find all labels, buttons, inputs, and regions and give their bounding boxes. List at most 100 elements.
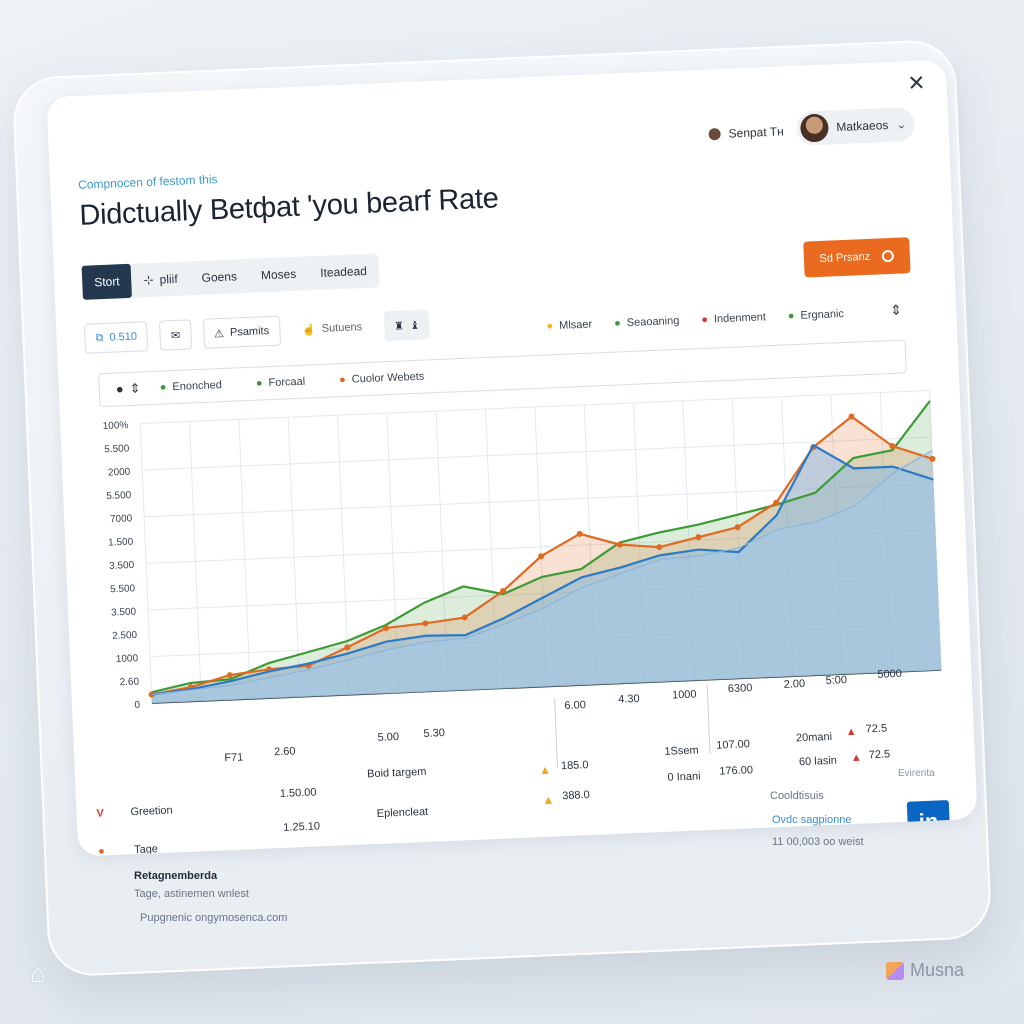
table-value: 2.00 xyxy=(783,677,806,691)
sliders-icon[interactable]: ⇕ xyxy=(890,302,902,319)
corner-logo: ⌂ xyxy=(30,958,46,988)
table-value: 5.00 xyxy=(377,730,400,744)
sidebar-link[interactable]: Pupgnenic ongymosenca.com xyxy=(140,912,287,924)
footer-text: 11 00,003 oo weist xyxy=(772,836,864,848)
table-cell: 72.5 xyxy=(865,722,888,736)
y-tick-label: 3.500 xyxy=(109,560,135,572)
value-filter-label: 0.510 xyxy=(109,330,138,344)
y-tick-label: 100% xyxy=(103,420,129,432)
user2-name: Matkaeos xyxy=(836,117,889,135)
chevron-down-icon: ⌄ xyxy=(896,117,907,132)
table-cell: 72.5 xyxy=(868,748,891,762)
app-window: × Compnocen of festom this Didctually Be… xyxy=(46,59,978,857)
toolbar: ⧉ 0.510 ✉ ⚠ Psamits ☝ Sutuens ♜ ♝ xyxy=(84,309,431,354)
table-value: F71 xyxy=(224,751,244,765)
row-label: Greetion xyxy=(130,804,173,819)
y-tick-label: 7000 xyxy=(110,513,133,525)
params-label: Psamits xyxy=(229,325,270,339)
chevron-down-icon: V xyxy=(96,807,105,820)
warning-icon: ▲ xyxy=(538,762,552,778)
y-tick-label: 5.500 xyxy=(106,490,132,502)
table-cell: 388.0 xyxy=(561,789,590,803)
legend-item[interactable]: Indenment xyxy=(701,311,766,326)
column-label: Eplencleat xyxy=(376,805,429,820)
brand-logo-icon xyxy=(886,961,904,980)
table-value: 1000 xyxy=(671,688,697,702)
tab-goens[interactable]: Goens xyxy=(189,259,250,295)
table-cell: 107.00 xyxy=(715,738,751,752)
status-dot-icon: ● xyxy=(97,845,106,857)
legend-item[interactable]: Forcaal xyxy=(256,376,305,390)
table-cell: 1Ssem xyxy=(664,744,699,758)
trend-up-icon: ▲ xyxy=(850,751,862,765)
mail-icon: ✉ xyxy=(170,329,181,342)
column-label: Boid targem xyxy=(366,765,427,781)
close-icon[interactable]: × xyxy=(908,66,926,98)
grid-icon: ⊹ xyxy=(143,272,154,288)
table-cell: 176.00 xyxy=(719,764,754,778)
avatar xyxy=(799,113,829,143)
legend-item[interactable]: Mlsaer xyxy=(546,319,592,333)
table-cell: 20mani xyxy=(795,730,833,745)
table-cell: 60 lasin xyxy=(798,754,838,769)
tab-iteadead[interactable]: Iteadead xyxy=(308,253,380,290)
brand-name: Musna xyxy=(910,960,965,980)
y-tick-label: 3.500 xyxy=(111,607,137,619)
params-button[interactable]: ⚠ Psamits xyxy=(202,315,281,349)
user-menu[interactable]: Matkaeos ⌄ xyxy=(795,106,916,146)
user-chip-1[interactable]: Senpat Tн xyxy=(708,124,784,141)
table-cell: 185.0 xyxy=(560,759,589,773)
table-value: 6.00 xyxy=(564,699,587,713)
table-cell: 1.25.10 xyxy=(283,820,321,834)
divider xyxy=(706,684,711,754)
page-title: Didctually Betфat 'you bearf Rate xyxy=(78,182,500,232)
table-value: 5000 xyxy=(877,667,903,681)
y-tick-label: 2.60 xyxy=(119,676,139,688)
tab-moses[interactable]: Moses xyxy=(248,256,309,292)
status-button[interactable]: ☝ Sutuens xyxy=(291,311,373,346)
mail-button[interactable]: ✉ xyxy=(159,319,192,351)
table-value: 2.60 xyxy=(273,745,296,759)
table-value: 5.30 xyxy=(423,727,446,740)
tab-start[interactable]: Stort xyxy=(81,263,133,300)
legend-item[interactable]: Enonched xyxy=(159,379,222,394)
trend-up-icon: ▲ xyxy=(845,725,857,739)
drag-handle-icon[interactable]: ⇕ xyxy=(115,381,141,398)
warning-icon: ⚠ xyxy=(213,327,225,340)
y-tick-label: 5.500 xyxy=(104,443,130,455)
tool-buttons[interactable]: ♜ ♝ xyxy=(383,309,431,342)
y-tick-label: 1.500 xyxy=(108,537,134,549)
footer-link[interactable]: Ovdc sagpionne xyxy=(772,814,852,826)
primary-action-label: Sd Prsanz xyxy=(819,250,871,265)
tool-icon: ♜ xyxy=(393,319,405,333)
status-label: Sutuens xyxy=(321,321,363,335)
divider xyxy=(554,698,559,769)
tab-bar: Stort ⊹ pliif Goens Moses Iteadead xyxy=(81,253,380,300)
footer-link[interactable]: Cooldtisuis xyxy=(770,790,824,802)
area-chart: 0 2.60 1000 2.500 3.500 5.500 3.500 1.500 7000 5.… xyxy=(103,389,942,711)
legend-top: Mlsaer Seaoaning Indenment Ergnanic xyxy=(546,308,844,332)
tab-pliif-label: pliif xyxy=(159,271,178,287)
table-value: 4.30 xyxy=(617,692,640,706)
page-subtitle: Compnocen of festom this xyxy=(77,172,218,192)
table-cell: 0 Inani xyxy=(667,770,701,784)
legend-item[interactable]: Seaoaning xyxy=(614,315,680,330)
sidebar-title: Retagnemberda xyxy=(134,870,218,882)
brand: Musna xyxy=(886,960,964,981)
hand-icon: ☝ xyxy=(301,323,317,337)
table-value: 6300 xyxy=(727,682,753,696)
value-filter-button[interactable]: ⧉ 0.510 xyxy=(84,321,149,354)
share-label: Evirenta xyxy=(898,768,935,779)
legend-item[interactable]: Cuolor Webets xyxy=(339,371,425,387)
warning-icon: ▲ xyxy=(542,792,555,808)
y-tick-label: 1000 xyxy=(116,653,139,665)
y-tick-label: 2.500 xyxy=(112,630,138,642)
avatar-icon xyxy=(708,127,721,141)
tool-icon-2: ♝ xyxy=(409,319,421,332)
tab-pliif[interactable]: ⊹ pliif xyxy=(131,261,190,297)
legend-item[interactable]: Ergnanic xyxy=(788,308,844,322)
table-cell: 1.50.00 xyxy=(279,786,317,801)
table-value: 5:00 xyxy=(825,674,848,688)
circle-icon xyxy=(882,249,895,263)
primary-action-button[interactable]: Sd Prsanz xyxy=(803,237,911,278)
